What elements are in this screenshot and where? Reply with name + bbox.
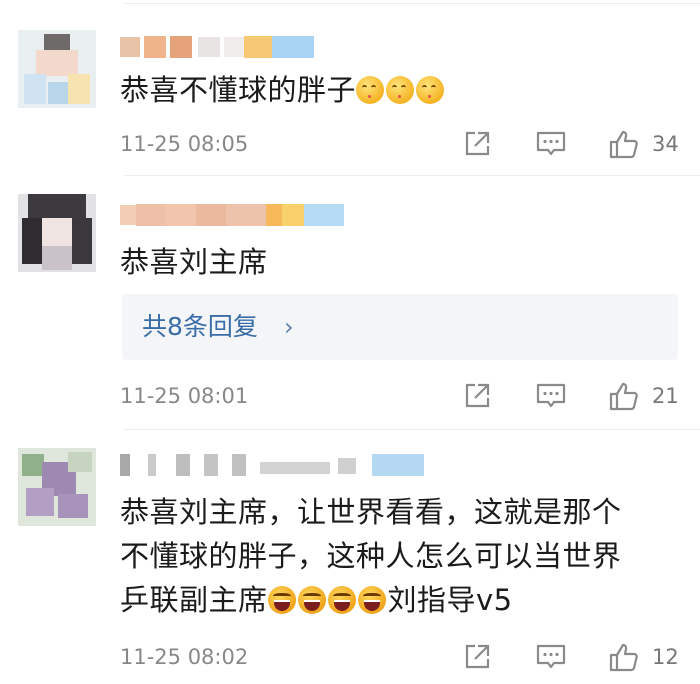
comment-item: 恭喜不懂球的胖子 11-25 08:05 34 bbox=[0, 0, 700, 176]
avatar[interactable] bbox=[18, 30, 96, 108]
kiss-emoji-icon bbox=[416, 76, 445, 104]
laughing-emoji-icon bbox=[357, 586, 386, 614]
comment-button[interactable] bbox=[535, 127, 567, 161]
kiss-emoji-icon bbox=[356, 76, 385, 104]
comment-text: 恭喜不懂球的胖子 bbox=[120, 68, 660, 112]
view-replies-link[interactable]: 共8条回复 bbox=[142, 294, 258, 360]
like-count: 12 bbox=[652, 645, 679, 669]
comment-text-segment: 恭喜不懂球的胖子 bbox=[120, 73, 357, 107]
comment-text: 恭喜刘主席 bbox=[120, 240, 660, 284]
timestamp: 11-25 08:02 bbox=[120, 645, 249, 669]
laughing-emoji-icon bbox=[327, 586, 356, 614]
like-button[interactable]: 34 bbox=[608, 127, 679, 161]
share-button[interactable] bbox=[462, 640, 492, 674]
share-button[interactable] bbox=[462, 127, 492, 161]
comment-meta: 11-25 08:01 21 bbox=[120, 379, 700, 413]
comment-icon bbox=[536, 644, 566, 669]
avatar[interactable] bbox=[18, 194, 96, 272]
laughing-emoji-icon bbox=[297, 586, 326, 614]
replies-panel: 共8条回复 › bbox=[122, 294, 678, 360]
share-icon bbox=[465, 644, 490, 669]
timestamp: 11-25 08:05 bbox=[120, 132, 249, 156]
comment-icon bbox=[536, 131, 566, 156]
comment-text-segment: 恭喜刘主席 bbox=[120, 245, 268, 279]
comment-meta: 11-25 08:02 12 bbox=[120, 640, 700, 674]
username-blurred[interactable] bbox=[120, 452, 440, 478]
comment-item: 恭喜刘主席，让世界看看，这就是那个 不懂球的胖子，这种人怎么可以当世界 乒联副主… bbox=[0, 430, 700, 684]
like-count: 34 bbox=[652, 132, 679, 156]
share-button[interactable] bbox=[462, 379, 492, 413]
kiss-emoji-icon bbox=[386, 76, 415, 104]
comment-text-segment: 刘指导v5 bbox=[387, 583, 513, 617]
comment-item: 恭喜刘主席 共8条回复 › 11-25 08:01 21 bbox=[0, 176, 700, 430]
comment-text: 恭喜刘主席，让世界看看，这就是那个 不懂球的胖子，这种人怎么可以当世界 乒联副主… bbox=[120, 490, 660, 622]
share-icon bbox=[465, 131, 490, 156]
like-button[interactable]: 21 bbox=[608, 379, 679, 413]
comment-icon bbox=[536, 383, 566, 408]
avatar[interactable] bbox=[18, 448, 96, 526]
comment-button[interactable] bbox=[535, 379, 567, 413]
username-blurred[interactable] bbox=[120, 34, 320, 60]
like-count: 21 bbox=[652, 384, 679, 408]
thumbs-up-icon bbox=[609, 382, 638, 411]
timestamp: 11-25 08:01 bbox=[120, 384, 249, 408]
laughing-emoji-icon bbox=[267, 586, 296, 614]
username-blurred[interactable] bbox=[120, 202, 350, 228]
comment-meta: 11-25 08:05 34 bbox=[120, 127, 700, 161]
chevron-right-icon[interactable]: › bbox=[284, 294, 294, 360]
comment-list: 恭喜不懂球的胖子 11-25 08:05 34 恭喜刘主席 共8条回复 › 11… bbox=[0, 0, 700, 684]
comment-button[interactable] bbox=[535, 640, 567, 674]
thumbs-up-icon bbox=[609, 643, 638, 672]
share-icon bbox=[465, 383, 490, 408]
thumbs-up-icon bbox=[609, 130, 638, 159]
like-button[interactable]: 12 bbox=[608, 640, 679, 674]
